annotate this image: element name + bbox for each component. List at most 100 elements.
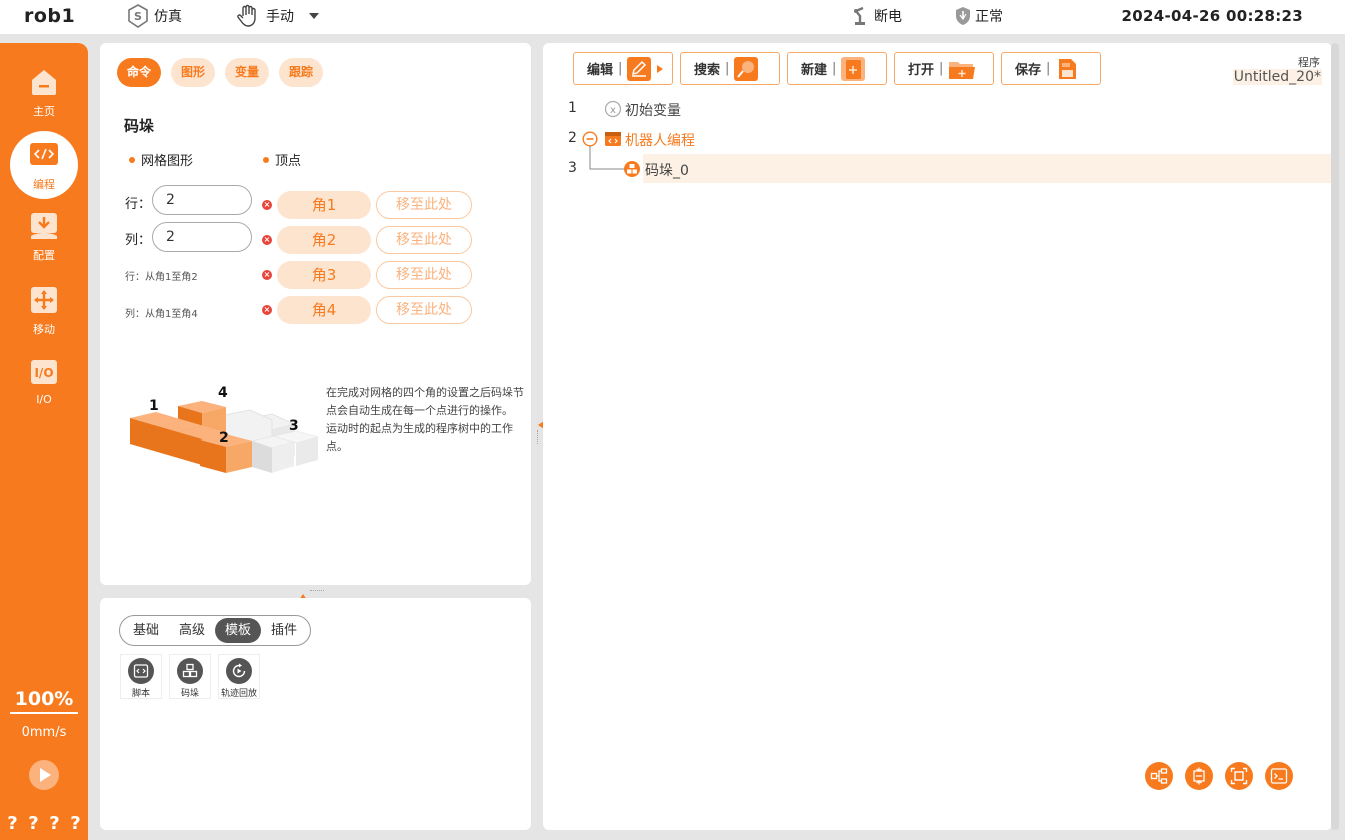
tab-basic[interactable]: 基础 — [123, 618, 169, 643]
clear-corner-2-icon[interactable]: × — [262, 235, 272, 245]
program-scrollbar[interactable] — [1331, 43, 1339, 830]
search-label: 搜索 — [694, 63, 721, 78]
home-icon — [32, 70, 56, 95]
line-number: 1 — [568, 100, 577, 116]
row-label: 行： — [125, 197, 152, 212]
clear-corner-1-icon[interactable]: × — [262, 200, 272, 210]
top-bar: rob1 S 仿真 手动 断电 正常 2024-04-26 00:28:23 — [0, 0, 1345, 34]
terminal-button[interactable] — [1265, 762, 1293, 790]
option-vertex[interactable]: 顶点 — [263, 150, 301, 169]
section-title: 码垛 — [124, 117, 155, 135]
col-label: 列： — [125, 233, 152, 248]
command-tabs: 命令 图形 变量 跟踪 — [117, 58, 324, 87]
search-button[interactable]: 搜索 | — [680, 52, 780, 85]
pallet-grid-illustration: 1 2 3 4 — [130, 385, 320, 473]
fit-view-button[interactable] — [1225, 762, 1253, 790]
help-mark[interactable]: ? — [49, 813, 59, 834]
illustration-label-2: 2 — [219, 430, 229, 446]
expand-tree-button[interactable] — [1145, 762, 1173, 790]
nav-io[interactable]: I/O I/O — [0, 357, 88, 406]
tree-row-selected[interactable]: 3 码垛_0 — [543, 154, 1332, 183]
open-button[interactable]: 打开 | — [894, 52, 994, 85]
program-panel: 编辑 | 搜索 | 新建 | 打开 | 保存 | 程序 Untitled_20* 1 x … — [543, 43, 1332, 830]
new-button[interactable]: 新建 | — [787, 52, 887, 85]
config-download-icon — [31, 213, 57, 239]
panel-resize-grip[interactable] — [310, 590, 324, 591]
program-label: 程序 — [1298, 56, 1320, 69]
library-item-trajectory-replay-label: 轨迹回放 — [220, 689, 257, 699]
init-variables-icon: x — [604, 100, 622, 118]
save-button[interactable]: 保存 | — [1001, 52, 1101, 85]
help-mark[interactable]: ? — [28, 813, 38, 834]
line-number: 2 — [568, 130, 577, 146]
speed-value: 0mm/s — [21, 725, 67, 740]
code-icon — [30, 143, 58, 165]
nav-programming[interactable]: 编程 — [0, 131, 88, 199]
tab-trace[interactable]: 跟踪 — [279, 58, 324, 87]
tab-graphics[interactable]: 图形 — [171, 58, 216, 87]
left-nav: 主页 编程 配置 移动 I/O I/O 100% 0mm/s ? ? ? ? — [0, 43, 88, 840]
corner-3-button[interactable]: 角3 — [277, 261, 371, 289]
help-indicators: ? ? ? ? — [0, 813, 88, 834]
option-vertex-label: 顶点 — [275, 154, 302, 169]
shield-icon — [956, 7, 970, 25]
corner-2-button[interactable]: 角2 — [277, 226, 371, 254]
option-grid-shape-label: 网格图形 — [141, 154, 194, 169]
corner-4-button[interactable]: 角4 — [277, 296, 371, 324]
tab-variables[interactable]: 变量 — [225, 58, 270, 87]
move-to-corner-3-button[interactable]: 移至此处 — [376, 261, 472, 289]
mode-dropdown[interactable]: 手动 — [236, 4, 324, 28]
col-count-input[interactable] — [152, 222, 252, 252]
collapse-tree-button[interactable] — [1185, 762, 1213, 790]
clear-corner-4-icon[interactable]: × — [262, 305, 272, 315]
edit-label: 编辑 — [587, 63, 614, 78]
nav-move-label: 移动 — [33, 323, 55, 336]
tree-row[interactable]: 1 x 初始变量 — [543, 94, 1332, 123]
script-icon — [128, 658, 154, 684]
move-to-corner-4-button[interactable]: 移至此处 — [376, 296, 472, 324]
illustration-label-4: 4 — [218, 385, 228, 401]
nav-programming-label: 编程 — [33, 178, 55, 191]
power-label: 断电 — [874, 9, 902, 25]
nav-move[interactable]: 移动 — [0, 285, 88, 337]
search-icon — [734, 56, 759, 81]
tab-plugin[interactable]: 插件 — [261, 618, 307, 643]
radio-dot — [263, 156, 269, 163]
row-count-input[interactable] — [152, 185, 252, 215]
help-mark[interactable]: ? — [70, 813, 80, 834]
power-status[interactable]: 断电 — [852, 4, 902, 28]
simulation-label: 仿真 — [154, 9, 182, 25]
tab-command[interactable]: 命令 — [117, 58, 162, 87]
tab-template[interactable]: 模板 — [215, 618, 262, 643]
panel-resize-grip-vertical[interactable] — [537, 430, 538, 444]
move-to-corner-1-button[interactable]: 移至此处 — [376, 191, 472, 219]
corner-1-button[interactable]: 角1 — [277, 191, 371, 219]
simulation-toggle[interactable]: S 仿真 — [126, 4, 182, 28]
move-arrows-icon — [31, 287, 57, 313]
nav-config[interactable]: 配置 — [0, 211, 88, 263]
nav-home[interactable]: 主页 — [0, 67, 88, 119]
library-item-script[interactable]: 脚本 — [120, 654, 162, 699]
library-item-palletize[interactable]: 码垛 — [169, 654, 211, 699]
nav-io-label: I/O — [36, 393, 52, 406]
collapse-node-icon[interactable] — [582, 131, 598, 147]
new-label: 新建 — [801, 63, 828, 78]
nav-config-label: 配置 — [33, 249, 55, 262]
datetime: 2024-04-26 00:28:23 — [1121, 7, 1303, 25]
expand-tree-icon — [1150, 768, 1168, 784]
speed-percent[interactable]: 100% — [10, 688, 78, 714]
svg-text:S: S — [134, 10, 142, 23]
svg-text:x: x — [610, 105, 616, 116]
play-button[interactable] — [29, 760, 59, 790]
tab-advanced[interactable]: 高级 — [169, 618, 215, 643]
edit-button[interactable]: 编辑 | — [573, 52, 673, 85]
program-name[interactable]: Untitled_20* — [1232, 69, 1322, 85]
clear-corner-3-icon[interactable]: × — [262, 270, 272, 280]
move-to-corner-2-button[interactable]: 移至此处 — [376, 226, 472, 254]
library-item-trajectory-replay[interactable]: 轨迹回放 — [218, 654, 260, 699]
description: 在完成对网格的四个角的设置之后码垛节点会自动生成在每一个点进行的操作。 运动时的… — [326, 384, 524, 456]
tree-row[interactable]: 2 机器人编程 — [543, 124, 1332, 153]
option-grid-shape[interactable]: 网格图形 — [129, 150, 193, 169]
help-mark[interactable]: ? — [7, 813, 17, 834]
open-label: 打开 — [908, 63, 935, 78]
